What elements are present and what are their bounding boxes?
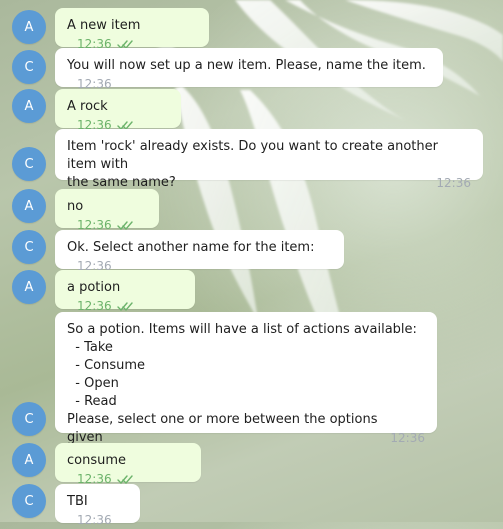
message-bubble[interactable]: no 12:36 [55,189,159,232]
message-bubble[interactable]: So a potion. Items will have a list of a… [55,312,437,445]
message-bubble[interactable]: Ok. Select another name for the item:12:… [55,230,344,273]
message-text-line: - Read [67,394,117,409]
message-time: 12:36 [77,513,112,527]
avatar[interactable]: C [12,402,46,436]
message-text: A new item [67,18,141,33]
message-bubble[interactable]: A new item 12:36 [55,8,209,51]
message-text: no [67,199,84,214]
message-text-line: So a potion. Items will have a list of a… [67,322,417,337]
message-time: 12:36 [390,431,425,445]
message-text-line: - Consume [67,358,146,373]
message-bubble[interactable]: TBI 12:36 [55,484,140,527]
message-bubble[interactable]: A rock 12:36 [55,89,181,132]
double-check-read-icon [116,301,134,312]
message-text-line: - Open [67,376,119,391]
message-text-line: Item 'rock' already exists. Do you want … [67,139,438,172]
message-bubble[interactable]: consume 12:36 [55,443,201,486]
message-last-line: Please, select one or more between the o… [67,411,425,447]
message-text: a potion [67,280,121,295]
message-text: A rock [67,99,108,114]
chat-message-list[interactable]: A A new item 12:36 C You will now set up … [0,0,503,527]
message-text: You will now set up a new item. Please, … [67,58,426,73]
avatar[interactable]: A [12,443,46,477]
avatar[interactable]: A [12,10,46,44]
avatar[interactable]: A [12,89,46,123]
avatar[interactable]: A [12,189,46,223]
double-check-read-icon [116,474,134,485]
avatar[interactable]: C [12,147,46,181]
message-text: Ok. Select another name for the item: [67,240,315,255]
message-text: consume [67,453,127,468]
chat-window: { "colors": { "avatar_background": "#5b9… [0,0,503,527]
message-bubble[interactable]: a potion 12:36 [55,270,195,313]
avatar[interactable]: C [12,230,46,264]
message-text-line: Please, select one or more between the o… [67,412,378,445]
message-bubble[interactable]: Item 'rock' already exists. Do you want … [55,129,483,190]
message-time: 12:36 [436,176,471,190]
message-text-line: - Take [67,340,113,355]
avatar[interactable]: C [12,484,46,518]
message-text: TBI [67,494,88,509]
message-bubble[interactable]: You will now set up a new item. Please, … [55,48,443,91]
avatar[interactable]: C [12,50,46,84]
double-check-read-icon [116,220,134,231]
avatar[interactable]: A [12,270,46,304]
